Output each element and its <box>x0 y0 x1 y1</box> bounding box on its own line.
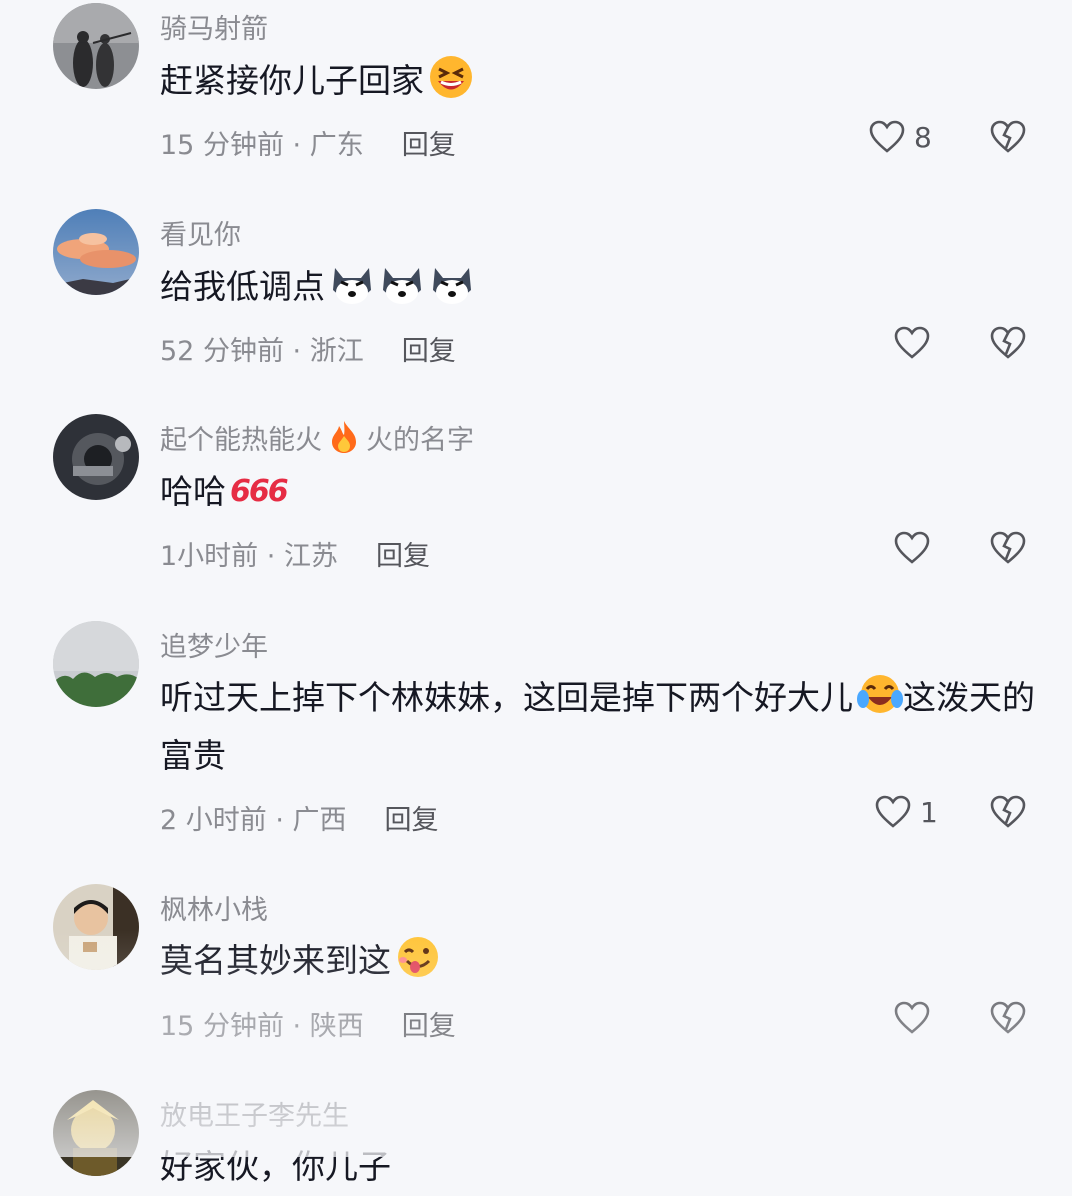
reply-button[interactable]: 回复 <box>402 1011 456 1042</box>
like-button[interactable]: 1 <box>874 793 938 831</box>
comment-meta: 15 分钟前 · 广东 回复 <box>160 130 456 161</box>
username[interactable]: 放电王子李先生 <box>160 1094 349 1133</box>
like-count: 8 <box>914 120 932 154</box>
laughing-squint-emoji <box>428 54 474 100</box>
husky-face-emoji <box>379 260 425 306</box>
avatar[interactable] <box>53 884 139 970</box>
broken-heart-icon <box>989 529 1027 567</box>
username[interactable]: 看见你 <box>160 213 241 252</box>
husky-face-emoji <box>329 260 375 306</box>
avatar[interactable] <box>53 3 139 89</box>
reply-button[interactable]: 回复 <box>402 336 456 367</box>
tongue-wink-emoji <box>395 934 441 980</box>
comment-meta: 2 小时前 · 广西 回复 <box>160 805 439 836</box>
avatar[interactable] <box>53 1090 139 1176</box>
tears-of-joy-emoji <box>857 671 903 717</box>
reply-button[interactable]: 回复 <box>376 541 430 572</box>
comment-text: 给我低调点 <box>160 258 1040 316</box>
broken-heart-icon <box>989 118 1027 156</box>
username[interactable]: 起个能热能火 火的名字 <box>160 418 474 457</box>
like-button[interactable] <box>893 999 931 1037</box>
comment-meta: 1小时前 · 江苏 回复 <box>160 541 430 572</box>
heart-icon <box>874 793 912 831</box>
dislike-button[interactable] <box>989 118 1027 156</box>
dislike-button[interactable] <box>989 324 1027 362</box>
badge-666: 666 <box>230 474 289 509</box>
heart-icon <box>868 118 906 156</box>
avatar[interactable] <box>53 209 139 295</box>
comment-text: 哈哈 666 <box>160 463 1040 521</box>
reply-button[interactable]: 回复 <box>402 130 456 161</box>
comment-meta: 52 分钟前 · 浙江 回复 <box>160 336 456 367</box>
comment-text: 听过天上掉下个林妹妹，这回是掉下两个好大儿 这泼天的富贵 <box>160 669 1040 785</box>
comment-text: 好家伙，你儿子 <box>160 1147 391 1186</box>
heart-icon <box>893 529 931 567</box>
comment-meta: 15 分钟前 · 陕西 回复 <box>160 1011 456 1042</box>
like-button[interactable] <box>893 529 931 567</box>
username[interactable]: 枫林小栈 <box>160 888 268 927</box>
comment-text: 赶紧接你儿子回家 <box>160 52 1040 110</box>
broken-heart-icon <box>989 793 1027 831</box>
avatar[interactable] <box>53 621 139 707</box>
fire-emoji <box>328 419 360 455</box>
like-button[interactable] <box>893 324 931 362</box>
broken-heart-icon <box>989 324 1027 362</box>
username[interactable]: 追梦少年 <box>160 625 268 664</box>
comment-text: 莫名其妙来到这 <box>160 932 1040 990</box>
dislike-button[interactable] <box>989 793 1027 831</box>
heart-icon <box>893 999 931 1037</box>
like-count: 1 <box>920 795 938 829</box>
broken-heart-icon <box>989 999 1027 1037</box>
reply-button[interactable]: 回复 <box>385 805 439 836</box>
heart-icon <box>893 324 931 362</box>
like-button[interactable]: 8 <box>868 118 932 156</box>
husky-face-emoji <box>429 260 475 306</box>
avatar[interactable] <box>53 414 139 500</box>
dislike-button[interactable] <box>989 529 1027 567</box>
dislike-button[interactable] <box>989 999 1027 1037</box>
username[interactable]: 骑马射箭 <box>160 7 268 46</box>
